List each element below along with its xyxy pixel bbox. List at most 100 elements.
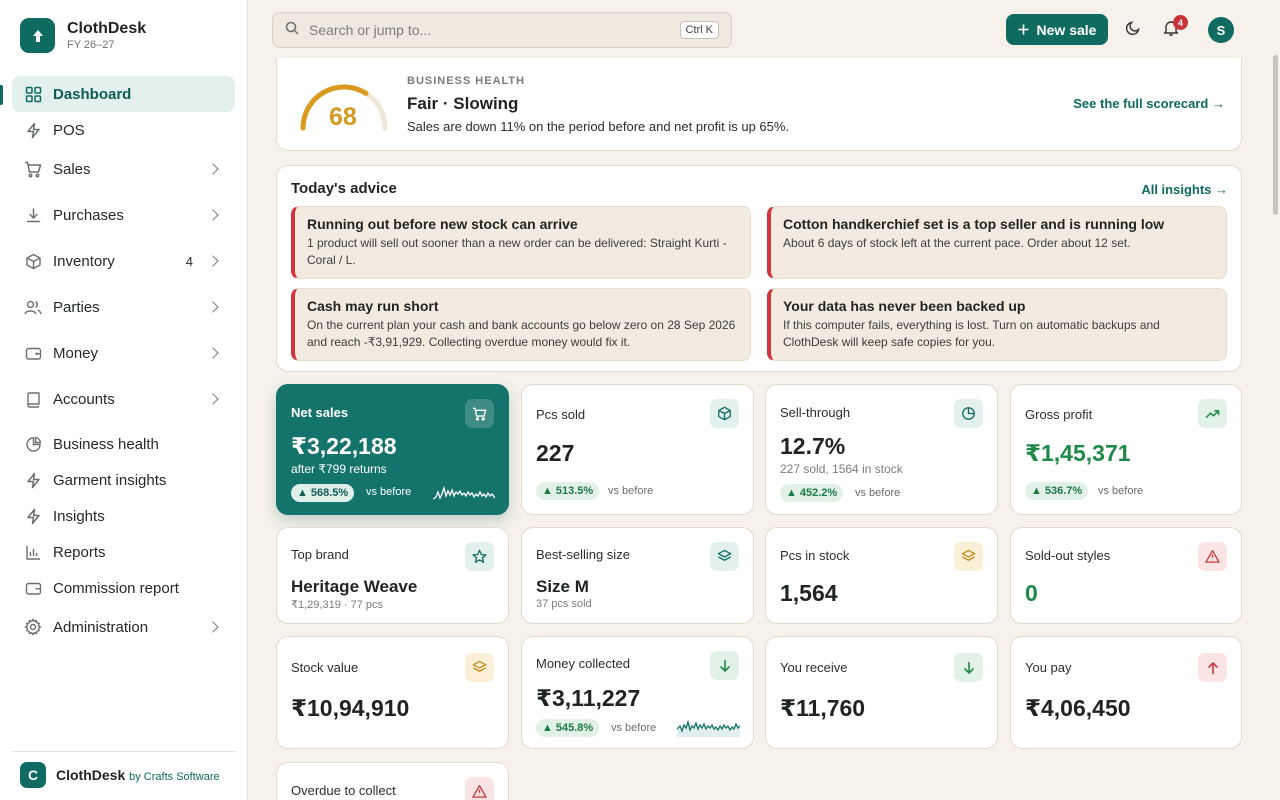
change-badge: ▲ 452.2% [780, 484, 844, 502]
sidebar-item-label: Accounts [53, 390, 115, 408]
new-sale-button[interactable]: New sale [1006, 14, 1108, 45]
advice-item[interactable]: Cotton handkerchief set is a top seller … [767, 206, 1227, 279]
kpi-pcs-sold[interactable]: Pcs sold 227 ▲ 513.5% vs before [521, 384, 754, 515]
warning-icon [465, 777, 494, 800]
sidebar-item-reports[interactable]: Reports [12, 534, 235, 570]
kpi-top-brand[interactable]: Top brand Heritage Weave ₹1,29,319 · 77 … [276, 527, 509, 624]
fiscal-year: FY 26–27 [67, 39, 115, 51]
sidebar-item-label: Business health [53, 435, 159, 453]
advice-item-title: Your data has never been backed up [783, 298, 1026, 314]
kpi-sold-out-styles[interactable]: Sold-out styles 0 [1010, 527, 1242, 624]
kpi-you-receive[interactable]: You receive ₹11,760 [765, 636, 998, 749]
kpi-best-size[interactable]: Best-selling size Size M 37 pcs sold [521, 527, 754, 624]
kpi-label: Pcs in stock [780, 548, 850, 563]
book-icon [24, 390, 42, 408]
cart-icon [465, 399, 494, 428]
kpi-value: 227 [536, 440, 575, 466]
footer-by: by Crafts Software [129, 771, 220, 783]
chevron-right-icon [207, 255, 219, 267]
sidebar-item-money[interactable]: Money [12, 335, 235, 371]
footer-brand: ClothDesk by Crafts Software [56, 767, 220, 783]
scorecard-link[interactable]: See the full scorecard → [1073, 96, 1225, 111]
business-health-card: 68 BUSINESS HEALTH Fair · Slowing Sales … [276, 58, 1242, 151]
kpi-stock-value[interactable]: Stock value ₹10,94,910 [276, 636, 509, 749]
trend-up-icon [1198, 399, 1227, 428]
change-value: 545.8% [555, 722, 594, 734]
arrow-up-icon [1198, 653, 1227, 682]
kpi-net-sales[interactable]: Net sales ₹3,22,188 after ₹799 returns ▲… [276, 384, 509, 515]
sidebar-item-business-health[interactable]: Business health [12, 426, 235, 462]
sidebar-item-administration[interactable]: Administration [12, 609, 235, 645]
advice-item[interactable]: Cash may run short On the current plan y… [291, 288, 751, 361]
kpi-label: Net sales [291, 405, 349, 420]
sidebar-item-garment-insights[interactable]: Garment insights [12, 462, 235, 498]
scrollbar[interactable] [1273, 55, 1278, 215]
search-input[interactable]: Search or jump to... Ctrl K [272, 12, 732, 48]
change-badge: ▲ 568.5% [291, 484, 355, 502]
kpi-overdue[interactable]: Overdue to collect [276, 762, 509, 800]
avatar[interactable]: S [1208, 17, 1234, 43]
sidebar-item-label: Purchases [53, 206, 124, 224]
kpi-gross-profit[interactable]: Gross profit ₹1,45,371 ▲ 536.7% vs before [1010, 384, 1242, 515]
chevron-right-icon [207, 163, 219, 175]
kpi-label: You receive [780, 660, 848, 675]
kpi-label: Top brand [291, 547, 349, 562]
sidebar-item-parties[interactable]: Parties [12, 289, 235, 325]
kpi-value: ₹1,45,371 [1025, 440, 1131, 466]
box-icon [710, 399, 739, 428]
health-title: Fair · Slowing [407, 94, 519, 113]
kpi-sub: 37 pcs sold [536, 598, 592, 610]
sidebar: ClothDesk FY 26–27 Dashboard POS Sales P… [0, 0, 248, 800]
search-placeholder: Search or jump to... [309, 22, 432, 38]
health-score: 68 [329, 103, 357, 131]
search-icon [285, 21, 299, 40]
change-badge: ▲ 513.5% [536, 482, 600, 500]
kpi-money-collected[interactable]: Money collected ₹3,11,227 ▲ 545.8% vs bef… [521, 636, 754, 749]
sidebar-item-label: Inventory [53, 252, 115, 270]
sidebar-divider [12, 751, 235, 752]
advice-card: Today's advice All insights → Running ou… [276, 165, 1242, 372]
brand[interactable]: ClothDesk FY 26–27 [20, 18, 146, 53]
sidebar-item-insights[interactable]: Insights [12, 498, 235, 534]
advice-item-title: Cash may run short [307, 298, 439, 314]
pie-icon [24, 435, 42, 453]
sidebar-item-dashboard[interactable]: Dashboard [12, 76, 235, 112]
health-description: Sales are down 11% on the period before … [407, 119, 790, 134]
kpi-pcs-in-stock[interactable]: Pcs in stock 1,564 [765, 527, 998, 624]
change-badge: ▲ 545.8% [536, 719, 600, 737]
brand-name: ClothDesk [67, 20, 147, 37]
advice-item[interactable]: Running out before new stock can arrive … [291, 206, 751, 279]
kpi-value: 12.7% [780, 433, 846, 459]
kpi-sub: ₹1,29,319 · 77 pcs [291, 599, 384, 611]
moon-icon[interactable] [1125, 20, 1141, 36]
health-kicker: BUSINESS HEALTH [407, 75, 526, 87]
sidebar-item-inventory[interactable]: Inventory 4 [12, 243, 235, 279]
advice-title: Today's advice [291, 180, 397, 197]
sidebar-item-label: Sales [53, 160, 91, 178]
kpi-sub: 227 sold, 1564 in stock [780, 462, 903, 476]
change-value: 452.2% [799, 487, 838, 499]
sidebar-item-accounts[interactable]: Accounts [12, 381, 235, 417]
vs-label: vs before [366, 486, 412, 498]
kpi-label: Gross profit [1025, 407, 1093, 422]
kpi-sell-through[interactable]: Sell-through 12.7% 227 sold, 1564 in sto… [765, 384, 998, 515]
gear-icon [24, 618, 42, 636]
bolt-icon [24, 471, 42, 489]
sidebar-item-pos[interactable]: POS [12, 112, 235, 148]
plus-icon [1018, 22, 1029, 38]
sidebar-item-sales[interactable]: Sales [12, 151, 235, 187]
change-value: 536.7% [1044, 485, 1083, 497]
change-value: 568.5% [310, 487, 349, 499]
sidebar-item-purchases[interactable]: Purchases [12, 197, 235, 233]
sidebar-item-label: Dashboard [53, 85, 132, 103]
inventory-count-badge: 4 [185, 253, 193, 269]
sparkline [433, 485, 495, 500]
pie-icon [954, 399, 983, 428]
advice-item[interactable]: Your data has never been backed up If th… [767, 288, 1227, 361]
kpi-you-pay[interactable]: You pay ₹4,06,450 [1010, 636, 1242, 749]
grid-icon [24, 85, 42, 103]
kpi-label: Sell-through [780, 405, 851, 420]
advice-item-body: On the current plan your cash and bank a… [307, 318, 736, 349]
all-insights-link[interactable]: All insights → [1141, 182, 1228, 197]
sidebar-item-commission-report[interactable]: Commission report [12, 570, 235, 606]
